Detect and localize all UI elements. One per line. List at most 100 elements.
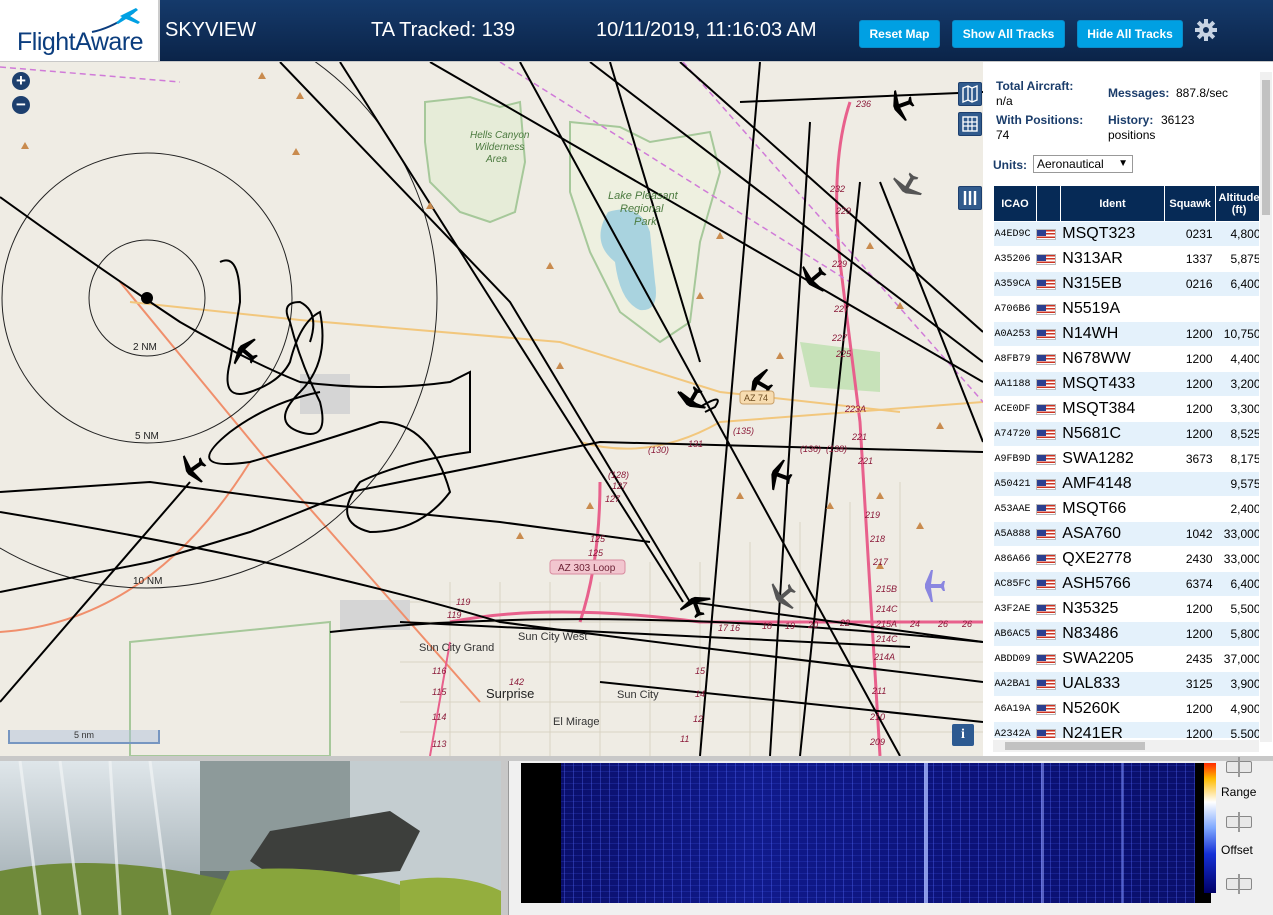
date-time: 10/11/2019, 11:16:03 AM <box>596 19 817 41</box>
zoom-in-button[interactable]: + <box>12 72 30 90</box>
ident-cell: MSQT66 <box>1060 496 1165 522</box>
map-canvas[interactable]: 2 NM 5 NM 10 NM Hells Canyon Wilderness … <box>0 62 983 756</box>
table-row[interactable]: AA1188 MSQT433 1200 3,200 <box>993 371 1259 397</box>
units-selected-value: Aeronautical <box>1037 157 1104 171</box>
table-row[interactable]: A74720 N5681C 1200 8,525 <box>993 421 1259 447</box>
table-vertical-scrollbar[interactable] <box>1260 72 1272 742</box>
table-row[interactable]: A0A253 N14WH 1200 10,750 <box>993 321 1259 347</box>
table-row[interactable]: A9FB9D SWA1282 3673 8,175 <box>993 446 1259 472</box>
with-positions-label: With Positions: <box>996 113 1084 127</box>
tracked-count: TA Tracked: 139 <box>371 19 516 41</box>
us-flag-icon <box>1036 453 1057 465</box>
table-row[interactable]: A86A66 QXE2778 2430 33,000 <box>993 546 1259 572</box>
flag-cell <box>1036 571 1061 597</box>
us-flag-icon <box>1036 278 1057 290</box>
chevron-down-icon: ▼ <box>1118 158 1128 169</box>
offset-slider[interactable] <box>1226 874 1252 894</box>
aircraft-table[interactable]: ICAO Ident Squawk Altitude (ft) A4ED9C MS… <box>993 185 1259 738</box>
icao-cell: AA1188 <box>993 371 1037 397</box>
svg-text:17: 17 <box>718 623 729 633</box>
squawk-cell: 1200 <box>1164 396 1216 422</box>
us-flag-icon <box>1036 553 1057 565</box>
svg-text:(130): (130) <box>648 445 669 455</box>
svg-text:Park: Park <box>634 216 657 228</box>
svg-text:225: 225 <box>835 349 852 359</box>
altitude-cell: 6,400 <box>1215 571 1259 597</box>
road-shields: AZ 303 Loop AZ 74 <box>549 390 775 575</box>
column-altitude[interactable]: Altitude (ft) <box>1215 185 1259 222</box>
ident-cell: N14WH <box>1060 321 1165 347</box>
grid-icon <box>962 116 978 132</box>
column-squawk[interactable]: Squawk <box>1164 185 1217 222</box>
units-select[interactable]: Aeronautical ▼ <box>1033 155 1133 173</box>
table-row[interactable]: A6A19A N5260K 1200 4,900 <box>993 696 1259 722</box>
hide-all-tracks-button[interactable]: Hide All Tracks <box>1077 20 1183 48</box>
table-row[interactable]: A35206 N313AR 1337 5,875 <box>993 246 1259 272</box>
table-row[interactable]: A2342A N241ER 1200 5,500 <box>993 721 1259 738</box>
map-layers-icon <box>962 84 978 104</box>
columns-button[interactable] <box>958 186 982 210</box>
svg-text:214A: 214A <box>873 652 895 662</box>
icao-cell: A86A66 <box>993 546 1037 572</box>
table-row[interactable]: ABDD09 SWA2205 2435 37,000 <box>993 646 1259 672</box>
table-row[interactable]: A53AAE MSQT66 2,400 <box>993 496 1259 522</box>
reset-map-button[interactable]: Reset Map <box>859 20 940 48</box>
wilderness-area <box>424 95 527 224</box>
us-flag-icon <box>1036 503 1057 515</box>
show-all-tracks-button[interactable]: Show All Tracks <box>952 20 1065 48</box>
gear-icon[interactable] <box>1194 18 1218 42</box>
altitude-cell: 8,525 <box>1215 421 1259 447</box>
table-header-row: ICAO Ident Squawk Altitude (ft) <box>993 185 1259 222</box>
table-row[interactable]: A706B6 N5519A <box>993 296 1259 322</box>
table-row[interactable]: AA2BA1 UAL833 3125 3,900 <box>993 671 1259 697</box>
ident-cell: N241ER <box>1060 721 1165 738</box>
icao-cell: A53AAE <box>993 496 1037 522</box>
altitude-cell: 4,900 <box>1215 696 1259 722</box>
squawk-cell: 2435 <box>1164 646 1216 672</box>
signal-line <box>1041 763 1044 903</box>
signal-line <box>924 763 928 903</box>
table-row[interactable]: A5A888 ASA760 1042 33,000 <box>993 521 1259 547</box>
ident-cell: QXE2778 <box>1060 546 1165 572</box>
svg-text:229: 229 <box>835 206 851 216</box>
svg-text:211: 211 <box>871 686 886 696</box>
waterfall-image <box>0 761 501 915</box>
map-layers-button[interactable] <box>958 82 982 106</box>
scrollbar-thumb[interactable] <box>1262 80 1270 215</box>
us-flag-icon <box>1036 403 1057 415</box>
table-row[interactable]: AB6AC5 N83486 1200 5,800 <box>993 621 1259 647</box>
squawk-cell: 0216 <box>1164 271 1216 297</box>
table-row[interactable]: ACE0DF MSQT384 1200 3,300 <box>993 396 1259 422</box>
table-row[interactable]: A3F2AE N35325 1200 5,500 <box>993 596 1259 622</box>
column-ident[interactable]: Ident <box>1059 185 1166 222</box>
icao-cell: A706B6 <box>993 296 1037 322</box>
svg-text:223A: 223A <box>844 404 866 414</box>
svg-text:229: 229 <box>831 259 847 269</box>
scrollbar-thumb[interactable] <box>1005 742 1145 750</box>
info-button[interactable]: i <box>952 724 974 746</box>
table-horizontal-scrollbar[interactable] <box>993 740 1259 752</box>
squawk-cell: 2430 <box>1164 546 1216 572</box>
zoom-out-button[interactable]: − <box>12 96 30 114</box>
table-row[interactable]: A359CA N315EB 0216 6,400 <box>993 271 1259 297</box>
table-row[interactable]: A8FB79 N678WW 1200 4,400 <box>993 346 1259 372</box>
svg-text:Regional: Regional <box>620 203 664 215</box>
flag-cell <box>1036 321 1061 347</box>
scale-label: 5 nm <box>73 730 94 740</box>
svg-text:(128): (128) <box>608 470 629 480</box>
top-slider[interactable] <box>1226 757 1252 777</box>
svg-text:AZ 74: AZ 74 <box>744 393 768 403</box>
column-flag[interactable] <box>1035 185 1061 222</box>
table-row[interactable]: A4ED9C MSQT323 0231 4,800 <box>993 221 1259 247</box>
map-view[interactable]: 2 NM 5 NM 10 NM Hells Canyon Wilderness … <box>0 62 983 756</box>
range-slider[interactable] <box>1226 812 1252 832</box>
flag-cell <box>1036 646 1061 672</box>
svg-text:217: 217 <box>872 557 889 567</box>
grid-button[interactable] <box>958 112 982 136</box>
svg-text:20: 20 <box>807 620 818 630</box>
table-row[interactable]: A50421 AMF4148 9,575 <box>993 471 1259 497</box>
table-row[interactable]: AC85FC ASH5766 6374 6,400 <box>993 571 1259 597</box>
flightaware-logo[interactable]: FlightAware <box>0 0 160 61</box>
column-icao[interactable]: ICAO <box>993 185 1037 222</box>
svg-text:236: 236 <box>855 99 871 109</box>
